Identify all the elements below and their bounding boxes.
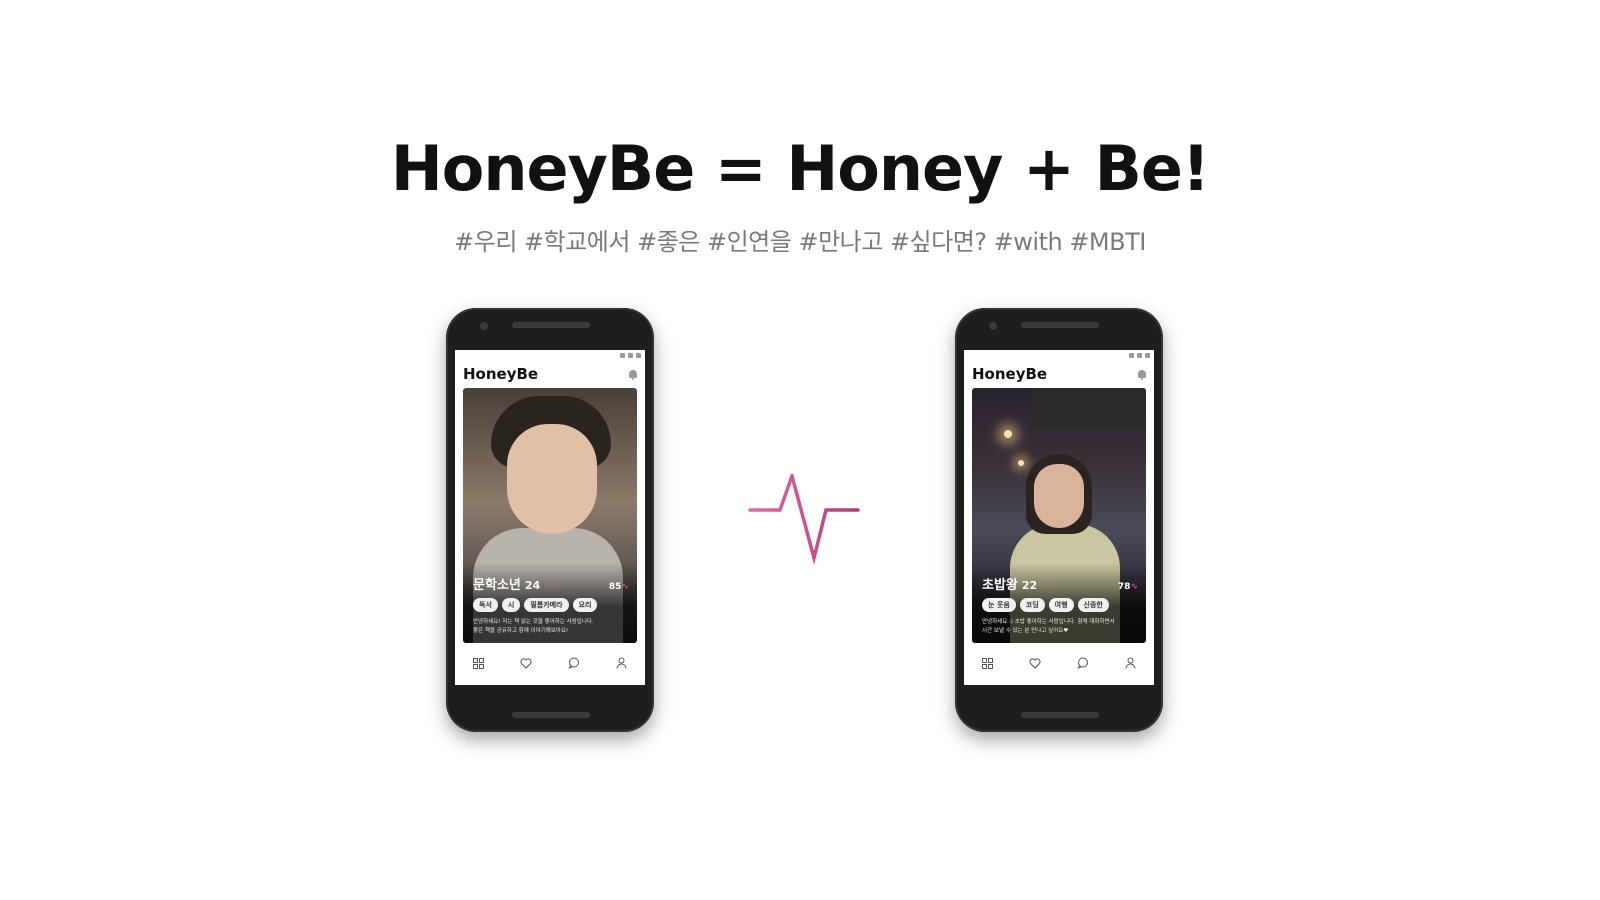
grid-icon[interactable] <box>982 657 994 669</box>
profile-icon[interactable] <box>615 657 627 669</box>
chat-icon[interactable] <box>1077 657 1089 669</box>
profile-age: 22 <box>1021 579 1038 592</box>
profile-info: 초밥왕 22 ♡ 78∿ 눈 웃음 코딩 여행 신중한 안녕하세요 :) 초밥 … <box>982 574 1138 636</box>
profile-info: 문학소년 24 ♡ 85∿ 독서 시 필름카메라 요리 안녕하세요! 저는 책 … <box>473 574 629 636</box>
heart-icon[interactable]: ♡ <box>1041 581 1050 592</box>
match-score: 85∿ <box>608 582 629 592</box>
bell-icon[interactable] <box>629 370 637 380</box>
tag-chip: 여행 <box>1048 598 1074 612</box>
chat-icon[interactable] <box>568 657 580 669</box>
tag-chip: 필름카메라 <box>524 598 569 612</box>
phone-camera <box>989 322 997 330</box>
app-logo: HoneyBe <box>972 365 1048 383</box>
pulse-icon: ∿ <box>1130 582 1138 592</box>
profile-card[interactable]: 문학소년 24 ♡ 85∿ 독서 시 필름카메라 요리 안녕하세요! 저는 책 … <box>463 388 637 643</box>
heart-icon[interactable] <box>1029 657 1041 669</box>
phone-screen: HoneyBe 초밥왕 22 ♡ 78∿ 눈 웃음 코딩 여행 신중한 안녕하세… <box>964 350 1154 685</box>
tag-chip: 눈 웃음 <box>982 598 1016 612</box>
bottom-nav <box>455 649 645 677</box>
tag-chip: 시 <box>501 598 521 612</box>
pulse-icon: ∿ <box>621 582 629 592</box>
phone-camera <box>480 322 488 330</box>
phone-screen: HoneyBe 문학소년 24 ♡ 85∿ 독서 시 필름카메라 요리 안녕하세… <box>455 350 645 685</box>
slide-subtitle: #우리 #학교에서 #좋은 #인연을 #만나고 #싶다면? #with #MBT… <box>454 228 1146 256</box>
tag-chip: 코딩 <box>1019 598 1045 612</box>
match-score: 78∿ <box>1117 582 1138 592</box>
profile-name: 문학소년 <box>473 578 521 593</box>
tag-chip: 요리 <box>572 598 598 612</box>
heartbeat-pulse-icon <box>748 474 860 564</box>
bottom-nav <box>964 649 1154 677</box>
profile-name: 초밥왕 <box>982 578 1018 593</box>
phone-speaker <box>512 322 590 328</box>
phone-mockup-left: HoneyBe 문학소년 24 ♡ 85∿ 독서 시 필름카메라 요리 안녕하세… <box>446 308 654 732</box>
tag-chip: 신중한 <box>1077 598 1109 612</box>
profile-icon[interactable] <box>1124 657 1136 669</box>
tag-list: 눈 웃음 코딩 여행 신중한 <box>982 598 1138 612</box>
phone-speaker <box>1021 322 1099 328</box>
phone-mockup-right: HoneyBe 초밥왕 22 ♡ 78∿ 눈 웃음 코딩 여행 신중한 안녕하세… <box>955 308 1163 732</box>
profile-bio: 안녕하세요! 저는 책 읽는 것을 좋아하는 사람입니다. 좋은 책을 공유하고… <box>473 619 594 634</box>
grid-icon[interactable] <box>473 657 485 669</box>
phone-home-bar <box>512 712 590 718</box>
profile-age: 24 <box>524 579 541 592</box>
tag-list: 독서 시 필름카메라 요리 <box>473 598 629 612</box>
app-header: HoneyBe <box>455 360 645 388</box>
heart-icon[interactable]: ♡ <box>544 581 553 592</box>
status-bar <box>964 350 1154 360</box>
profile-bio: 안녕하세요 :) 초밥 좋아하는 사람입니다. 함께 대화하면서 시간 보낼 수… <box>982 619 1115 634</box>
phone-home-bar <box>1021 712 1099 718</box>
profile-photo <box>1032 388 1146 428</box>
app-header: HoneyBe <box>964 360 1154 388</box>
profile-card[interactable]: 초밥왕 22 ♡ 78∿ 눈 웃음 코딩 여행 신중한 안녕하세요 :) 초밥 … <box>972 388 1146 643</box>
heart-icon[interactable] <box>520 657 532 669</box>
bell-icon[interactable] <box>1138 370 1146 380</box>
status-bar <box>455 350 645 360</box>
tag-chip: 독서 <box>473 598 498 612</box>
slide-title: HoneyBe = Honey + Be! <box>390 132 1210 205</box>
app-logo: HoneyBe <box>463 365 539 383</box>
